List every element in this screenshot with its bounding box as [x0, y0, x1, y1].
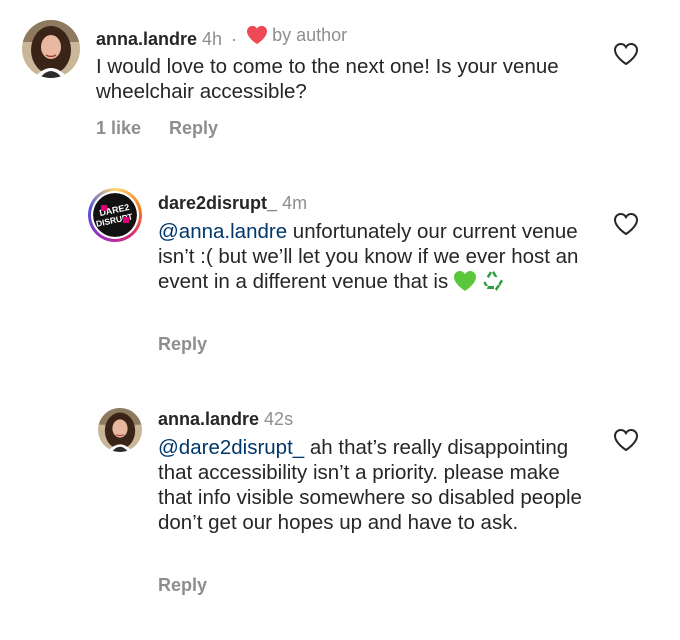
username[interactable]: anna.landre	[158, 409, 259, 429]
green-heart-icon	[452, 269, 478, 299]
like-heart-icon[interactable]	[613, 42, 639, 66]
comment-text: @anna.landre unfortunately our current v…	[158, 219, 583, 299]
by-author-label: by author	[272, 25, 348, 45]
comment-actions: 1 like Reply	[96, 118, 246, 139]
timestamp[interactable]: 42s	[264, 409, 293, 429]
avatar[interactable]	[98, 408, 142, 452]
timestamp[interactable]: 4m	[282, 193, 307, 213]
comment-meta: anna.landre 4h · by author	[96, 24, 347, 50]
like-heart-icon[interactable]	[613, 212, 639, 236]
comment-text: @dare2disrupt_ ah that’s really disappoi…	[158, 435, 588, 535]
timestamp[interactable]: 4h	[202, 29, 222, 49]
separator: ·	[231, 29, 238, 49]
reply-button[interactable]: Reply	[169, 118, 218, 138]
username[interactable]: dare2disrupt_	[158, 193, 277, 213]
likes-count[interactable]: 1 like	[96, 118, 141, 138]
reply-button[interactable]: Reply	[158, 334, 207, 354]
mention-link[interactable]: @dare2disrupt_	[158, 436, 304, 459]
red-heart-icon	[247, 25, 268, 45]
comment-meta: dare2disrupt_ 4m	[158, 192, 307, 214]
username[interactable]: anna.landre	[96, 29, 197, 49]
mention-link[interactable]: @anna.landre	[158, 220, 287, 243]
avatar[interactable]	[22, 20, 80, 78]
like-heart-icon[interactable]	[613, 428, 639, 452]
avatar-with-story-ring[interactable]: DARE2 DISRUPT	[88, 188, 142, 242]
recycling-symbol-icon	[482, 269, 506, 299]
comment-text: I would love to come to the next one! Is…	[96, 55, 559, 103]
liked-by-author-badge: by author	[246, 24, 347, 46]
comment-actions: Reply	[158, 575, 235, 596]
comment-actions: Reply	[158, 334, 235, 355]
reply-button[interactable]: Reply	[158, 575, 207, 595]
comment-meta: anna.landre 42s	[158, 408, 293, 430]
